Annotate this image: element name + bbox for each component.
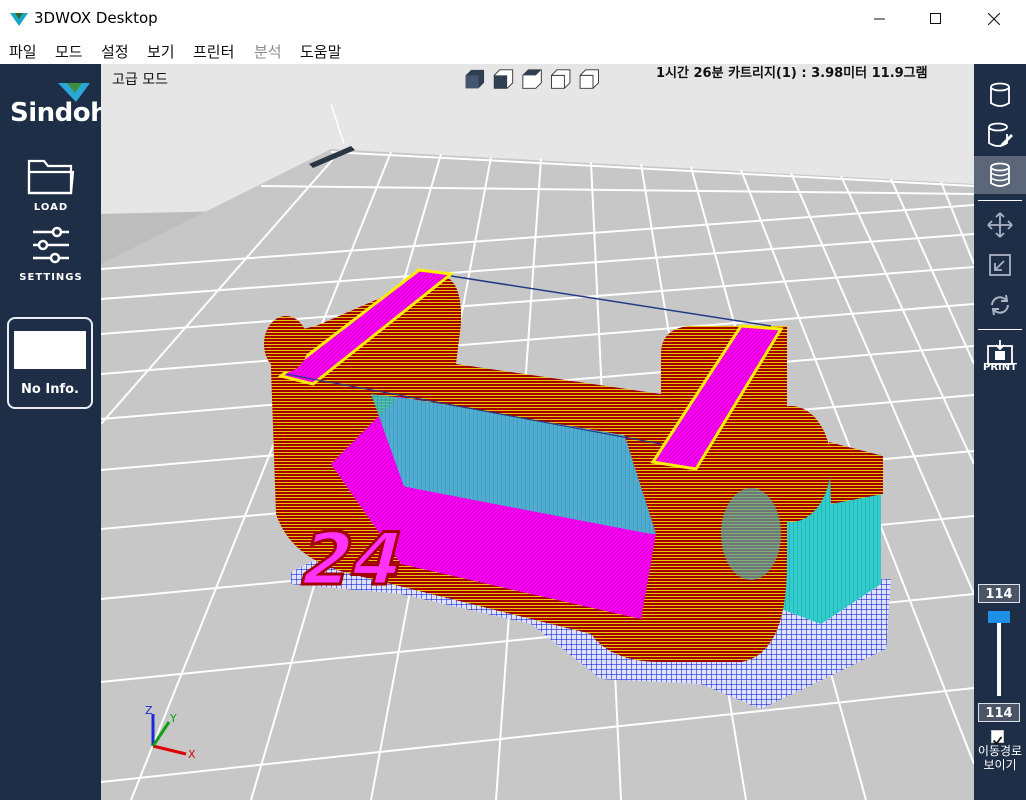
layers-icon	[990, 162, 1010, 187]
layers-button[interactable]	[974, 156, 1026, 194]
cube-top-icon[interactable]	[522, 69, 542, 89]
title-bar: 3DWOX Desktop	[0, 0, 1026, 38]
printer-info-text: No Info.	[21, 382, 79, 397]
cube-solid-icon[interactable]	[465, 69, 485, 89]
cylinder-edit-button[interactable]	[974, 116, 1026, 154]
model-engraving-text: 24	[292, 518, 413, 602]
cylinder-icon	[990, 82, 1010, 107]
load-label: LOAD	[33, 202, 69, 213]
settings-label: SETTINGS	[19, 272, 83, 283]
close-button[interactable]	[966, 0, 1022, 38]
toolbar-separator	[978, 329, 1022, 330]
rotate-icon	[991, 294, 1009, 316]
maximize-icon	[930, 13, 941, 24]
sliders-icon	[33, 226, 69, 264]
toolbar-separator	[978, 200, 1022, 201]
load-button[interactable]: LOAD	[8, 156, 94, 213]
scale-button[interactable]	[974, 246, 1026, 284]
layer-top-value[interactable]: 114	[978, 584, 1020, 603]
menu-view[interactable]: 보기	[147, 41, 175, 62]
axis-z-label: Z	[145, 704, 153, 717]
menu-file[interactable]: 파일	[9, 41, 37, 62]
menu-help[interactable]: 도움말	[300, 41, 341, 62]
maximize-button[interactable]	[908, 0, 964, 38]
left-knob	[264, 316, 308, 372]
cube-left-icon[interactable]	[551, 69, 571, 89]
printer-preview	[14, 331, 86, 369]
window-title: 3DWOX Desktop	[34, 9, 158, 27]
build-plate-scene: 24 Z Y X	[101, 64, 974, 800]
scale-icon	[989, 254, 1011, 276]
menu-printer[interactable]: 프린터	[193, 41, 234, 62]
app-logo-icon	[10, 13, 28, 26]
move-icon	[987, 212, 1013, 238]
menu-bar: 파일 모드 설정 보기 프린터 분석 도움말	[0, 38, 1026, 64]
close-icon	[988, 13, 1000, 25]
settings-button[interactable]: SETTINGS	[8, 226, 94, 283]
show-path-label: 이동경로 보이기	[977, 744, 1023, 772]
mode-label: 고급 모드	[112, 72, 168, 88]
print-stats: 1시간 26분 카트리지(1) : 3.98미터 11.9그램	[656, 66, 928, 81]
cube-front-icon[interactable]	[493, 69, 514, 89]
minimize-button[interactable]	[852, 0, 908, 38]
3d-viewport[interactable]: 24 Z Y X	[101, 64, 974, 800]
layer-slider-track[interactable]	[997, 620, 1001, 696]
cylinder-button[interactable]	[974, 76, 1026, 114]
left-sidebar: Sindoh LOAD SETTINGS No Info.	[0, 64, 109, 800]
menu-mode[interactable]: 모드	[55, 41, 83, 62]
view-cube-bar	[465, 69, 599, 89]
minimize-icon	[874, 18, 885, 20]
menu-analysis: 분석	[254, 43, 282, 61]
move-button[interactable]	[974, 206, 1026, 244]
show-path-checkbox[interactable]	[991, 730, 1004, 745]
layer-slider-thumb[interactable]	[988, 611, 1010, 623]
brand-name: Sindoh	[10, 98, 109, 128]
axis-y-label: Y	[169, 712, 177, 725]
folder-icon	[27, 159, 75, 195]
layer-bottom-value[interactable]: 114	[978, 703, 1020, 722]
menu-settings[interactable]: 설정	[101, 41, 129, 62]
cylinder-edit-icon	[988, 122, 1013, 147]
printer-info-card[interactable]: No Info.	[7, 317, 93, 409]
rotate-button[interactable]	[974, 286, 1026, 324]
print-label: PRINT	[983, 362, 1017, 373]
axis-x-label: X	[188, 748, 196, 761]
cube-right-icon[interactable]	[579, 69, 599, 89]
